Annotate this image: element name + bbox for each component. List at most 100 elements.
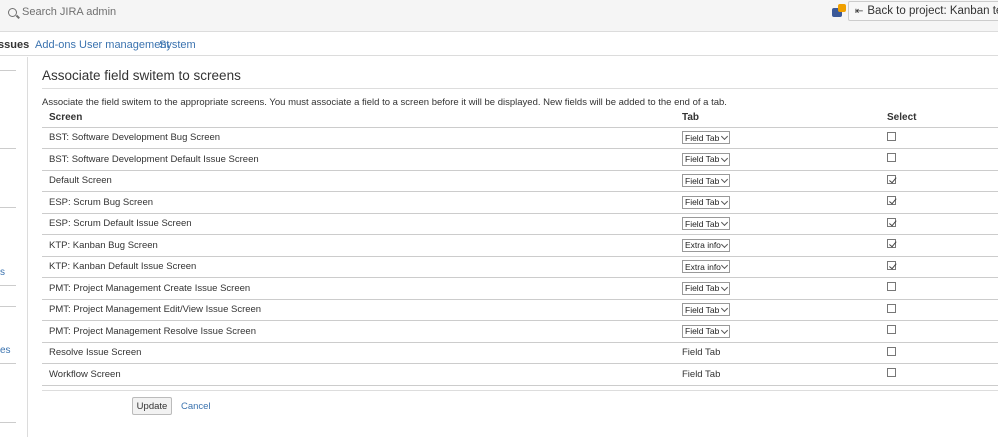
- table-row: BST: Software Development Bug Screen Fiel…: [42, 127, 998, 149]
- select-checkbox[interactable]: [887, 196, 896, 206]
- admin-search[interactable]: Search JIRA admin: [8, 6, 116, 18]
- tab-select[interactable]: Field Tab: [682, 324, 730, 338]
- select-cell: [887, 277, 998, 300]
- tab-select-value: Field Tab: [685, 197, 720, 208]
- tab-select[interactable]: Field Tab: [682, 195, 730, 209]
- sidebar-divider: [0, 285, 16, 286]
- screen-name: Default Screen: [42, 170, 682, 192]
- tab-select[interactable]: Field Tab: [682, 303, 730, 317]
- table-row: PMT: Project Management Create Issue Scr…: [42, 277, 998, 300]
- select-cell: [887, 299, 998, 321]
- tab-cell: Field Tab: [682, 148, 887, 171]
- tab-cell: Field Tab: [682, 277, 887, 300]
- tab-select[interactable]: Field Tab: [682, 152, 730, 166]
- select-cell: [887, 170, 998, 192]
- screen-name: KTP: Kanban Bug Screen: [42, 234, 682, 257]
- sidebar-divider: [0, 70, 16, 71]
- select-checkbox[interactable]: [887, 346, 896, 356]
- sidebar-divider: [0, 422, 16, 423]
- tab-select[interactable]: Extra info: [682, 238, 730, 252]
- nav-user-management[interactable]: User management: [79, 39, 170, 51]
- table-row: KTP: Kanban Bug Screen Extra info: [42, 234, 998, 257]
- main-content: Associate field switem to screens Associ…: [42, 68, 998, 108]
- tab-select[interactable]: Field Tab: [682, 281, 730, 295]
- select-checkbox[interactable]: [887, 303, 896, 313]
- tab-value: Field Tab: [682, 368, 721, 380]
- table-row: ESP: Scrum Bug Screen Field Tab: [42, 191, 998, 214]
- tab-cell: Field Tab: [682, 342, 887, 364]
- tab-cell: Field Tab: [682, 213, 887, 235]
- cancel-link[interactable]: Cancel: [181, 401, 211, 412]
- tab-select[interactable]: Extra info: [682, 260, 730, 274]
- page-title: Associate field switem to screens: [42, 68, 998, 89]
- screen-name: BST: Software Development Bug Screen: [42, 127, 682, 149]
- left-sidebar: s es: [0, 57, 28, 437]
- sidebar-divider: [0, 148, 16, 149]
- admin-nav: ssues Add-ons User management System: [0, 33, 998, 56]
- tab-select-value: Field Tab: [685, 283, 720, 294]
- tab-select-value: Field Tab: [685, 154, 720, 165]
- select-checkbox[interactable]: [887, 153, 896, 163]
- select-checkbox[interactable]: [887, 368, 896, 378]
- select-cell: [887, 256, 998, 278]
- tab-select-value: Extra info: [685, 240, 721, 251]
- chevron-down-icon: [720, 154, 729, 162]
- search-icon: [8, 7, 17, 17]
- tab-select[interactable]: Field Tab: [682, 217, 730, 231]
- screen-name: PMT: Project Management Edit/View Issue …: [42, 299, 682, 321]
- tab-select-value: Field Tab: [685, 218, 720, 229]
- tab-cell: Field Tab: [682, 127, 887, 149]
- nav-add-ons[interactable]: Add-ons: [35, 39, 76, 51]
- select-checkbox[interactable]: [887, 282, 896, 292]
- select-checkbox[interactable]: [887, 325, 896, 335]
- header-screen: Screen: [42, 108, 682, 128]
- select-cell: [887, 363, 998, 386]
- tab-cell: Extra info: [682, 234, 887, 257]
- sidebar-link[interactable]: es: [0, 345, 11, 356]
- header-tab: Tab: [682, 108, 887, 128]
- screen-name: PMT: Project Management Create Issue Scr…: [42, 277, 682, 300]
- select-checkbox[interactable]: [887, 174, 896, 184]
- tab-cell: Field Tab: [682, 320, 887, 343]
- nav-issues[interactable]: ssues: [0, 39, 29, 51]
- back-to-project-button[interactable]: ⇤ Back to project: Kanban test project: [848, 1, 998, 21]
- table-row: PMT: Project Management Edit/View Issue …: [42, 299, 998, 321]
- select-checkbox[interactable]: [887, 131, 896, 141]
- table-row: Resolve Issue Screen Field Tab: [42, 342, 998, 364]
- table-row: ESP: Scrum Default Issue Screen Field Tab: [42, 213, 998, 235]
- tab-select[interactable]: Field Tab: [682, 131, 730, 145]
- chevron-down-icon: [720, 240, 729, 248]
- table-row: Default Screen Field Tab: [42, 170, 998, 192]
- select-cell: [887, 191, 998, 214]
- table-row: KTP: Kanban Default Issue Screen Extra in…: [42, 256, 998, 278]
- select-cell: [887, 213, 998, 235]
- sidebar-divider: [0, 363, 16, 364]
- tab-cell: Field Tab: [682, 170, 887, 192]
- search-placeholder: Search JIRA admin: [22, 6, 117, 18]
- chevron-down-icon: [720, 326, 729, 334]
- tab-cell: Extra info: [682, 256, 887, 278]
- screen-name: Resolve Issue Screen: [42, 342, 682, 364]
- select-cell: [887, 320, 998, 343]
- sidebar-divider: [0, 306, 16, 307]
- nav-system[interactable]: System: [159, 39, 196, 51]
- tab-select[interactable]: Field Tab: [682, 174, 730, 188]
- notification-icon[interactable]: [832, 4, 846, 18]
- update-button[interactable]: Update: [132, 397, 172, 415]
- tab-cell: Field Tab: [682, 191, 887, 214]
- chevron-down-icon: [720, 262, 729, 270]
- screen-name: ESP: Scrum Default Issue Screen: [42, 213, 682, 235]
- arrow-left-icon: ⇤: [855, 5, 864, 17]
- tab-select-value: Field Tab: [685, 175, 720, 186]
- tab-select-value: Extra info: [685, 261, 721, 272]
- sidebar-divider: [0, 207, 16, 208]
- table-row: PMT: Project Management Resolve Issue Sc…: [42, 320, 998, 343]
- select-checkbox[interactable]: [887, 217, 896, 227]
- sidebar-link[interactable]: s: [0, 267, 5, 278]
- chevron-down-icon: [720, 133, 729, 141]
- notification-badge: [838, 4, 846, 12]
- chevron-down-icon: [720, 176, 729, 184]
- screen-name: ESP: Scrum Bug Screen: [42, 191, 682, 214]
- select-checkbox[interactable]: [887, 239, 896, 249]
- select-checkbox[interactable]: [887, 260, 896, 270]
